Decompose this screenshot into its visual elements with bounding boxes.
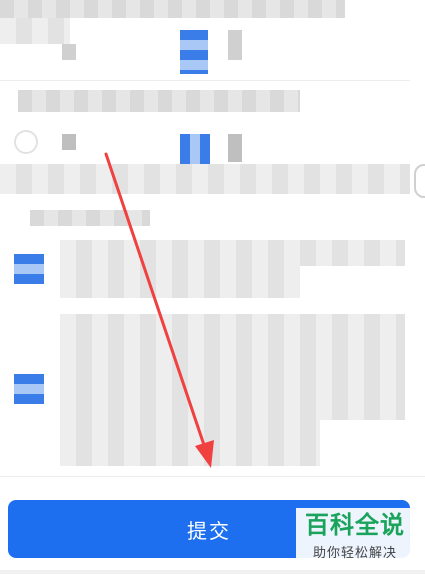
blurred-question-text-2 [18, 90, 300, 112]
blurred-option-chip-3 [62, 134, 76, 150]
divider [0, 80, 410, 81]
divider-bottom [0, 476, 425, 477]
blurred-agreement-text-2c [60, 420, 320, 466]
blurred-agreement-text-1 [60, 240, 405, 266]
blurred-checkbox-icon-2[interactable] [14, 374, 44, 404]
submit-button-label: 提交 [187, 518, 231, 543]
blurred-agreement-text-2 [60, 314, 405, 374]
watermark-slogan: 助你轻松解决 [312, 546, 397, 562]
blurred-question-text-1 [0, 0, 345, 18]
blurred-section-title [30, 210, 150, 226]
blurred-agreement-text-2b [60, 374, 405, 420]
radio-icon[interactable] [14, 130, 38, 154]
watermark-logo: 百科全说 助你轻松解决 [296, 508, 414, 566]
blurred-option-icon[interactable] [180, 134, 210, 164]
blurred-row-background [0, 164, 410, 194]
watermark-brand: 百科全说 [305, 510, 405, 539]
blurred-option-chip-4 [228, 134, 242, 162]
blurred-checkbox-icon-1[interactable] [14, 254, 44, 284]
blurred-option-chip [62, 44, 76, 60]
scrollbar-handle[interactable] [414, 164, 425, 198]
blurred-agreement-text-1b [60, 266, 300, 298]
blurred-option-chip-2 [228, 30, 242, 60]
bottom-bar [0, 570, 425, 574]
blurred-selected-option-icon[interactable] [180, 30, 208, 74]
blurred-question-text-1b [0, 18, 70, 44]
